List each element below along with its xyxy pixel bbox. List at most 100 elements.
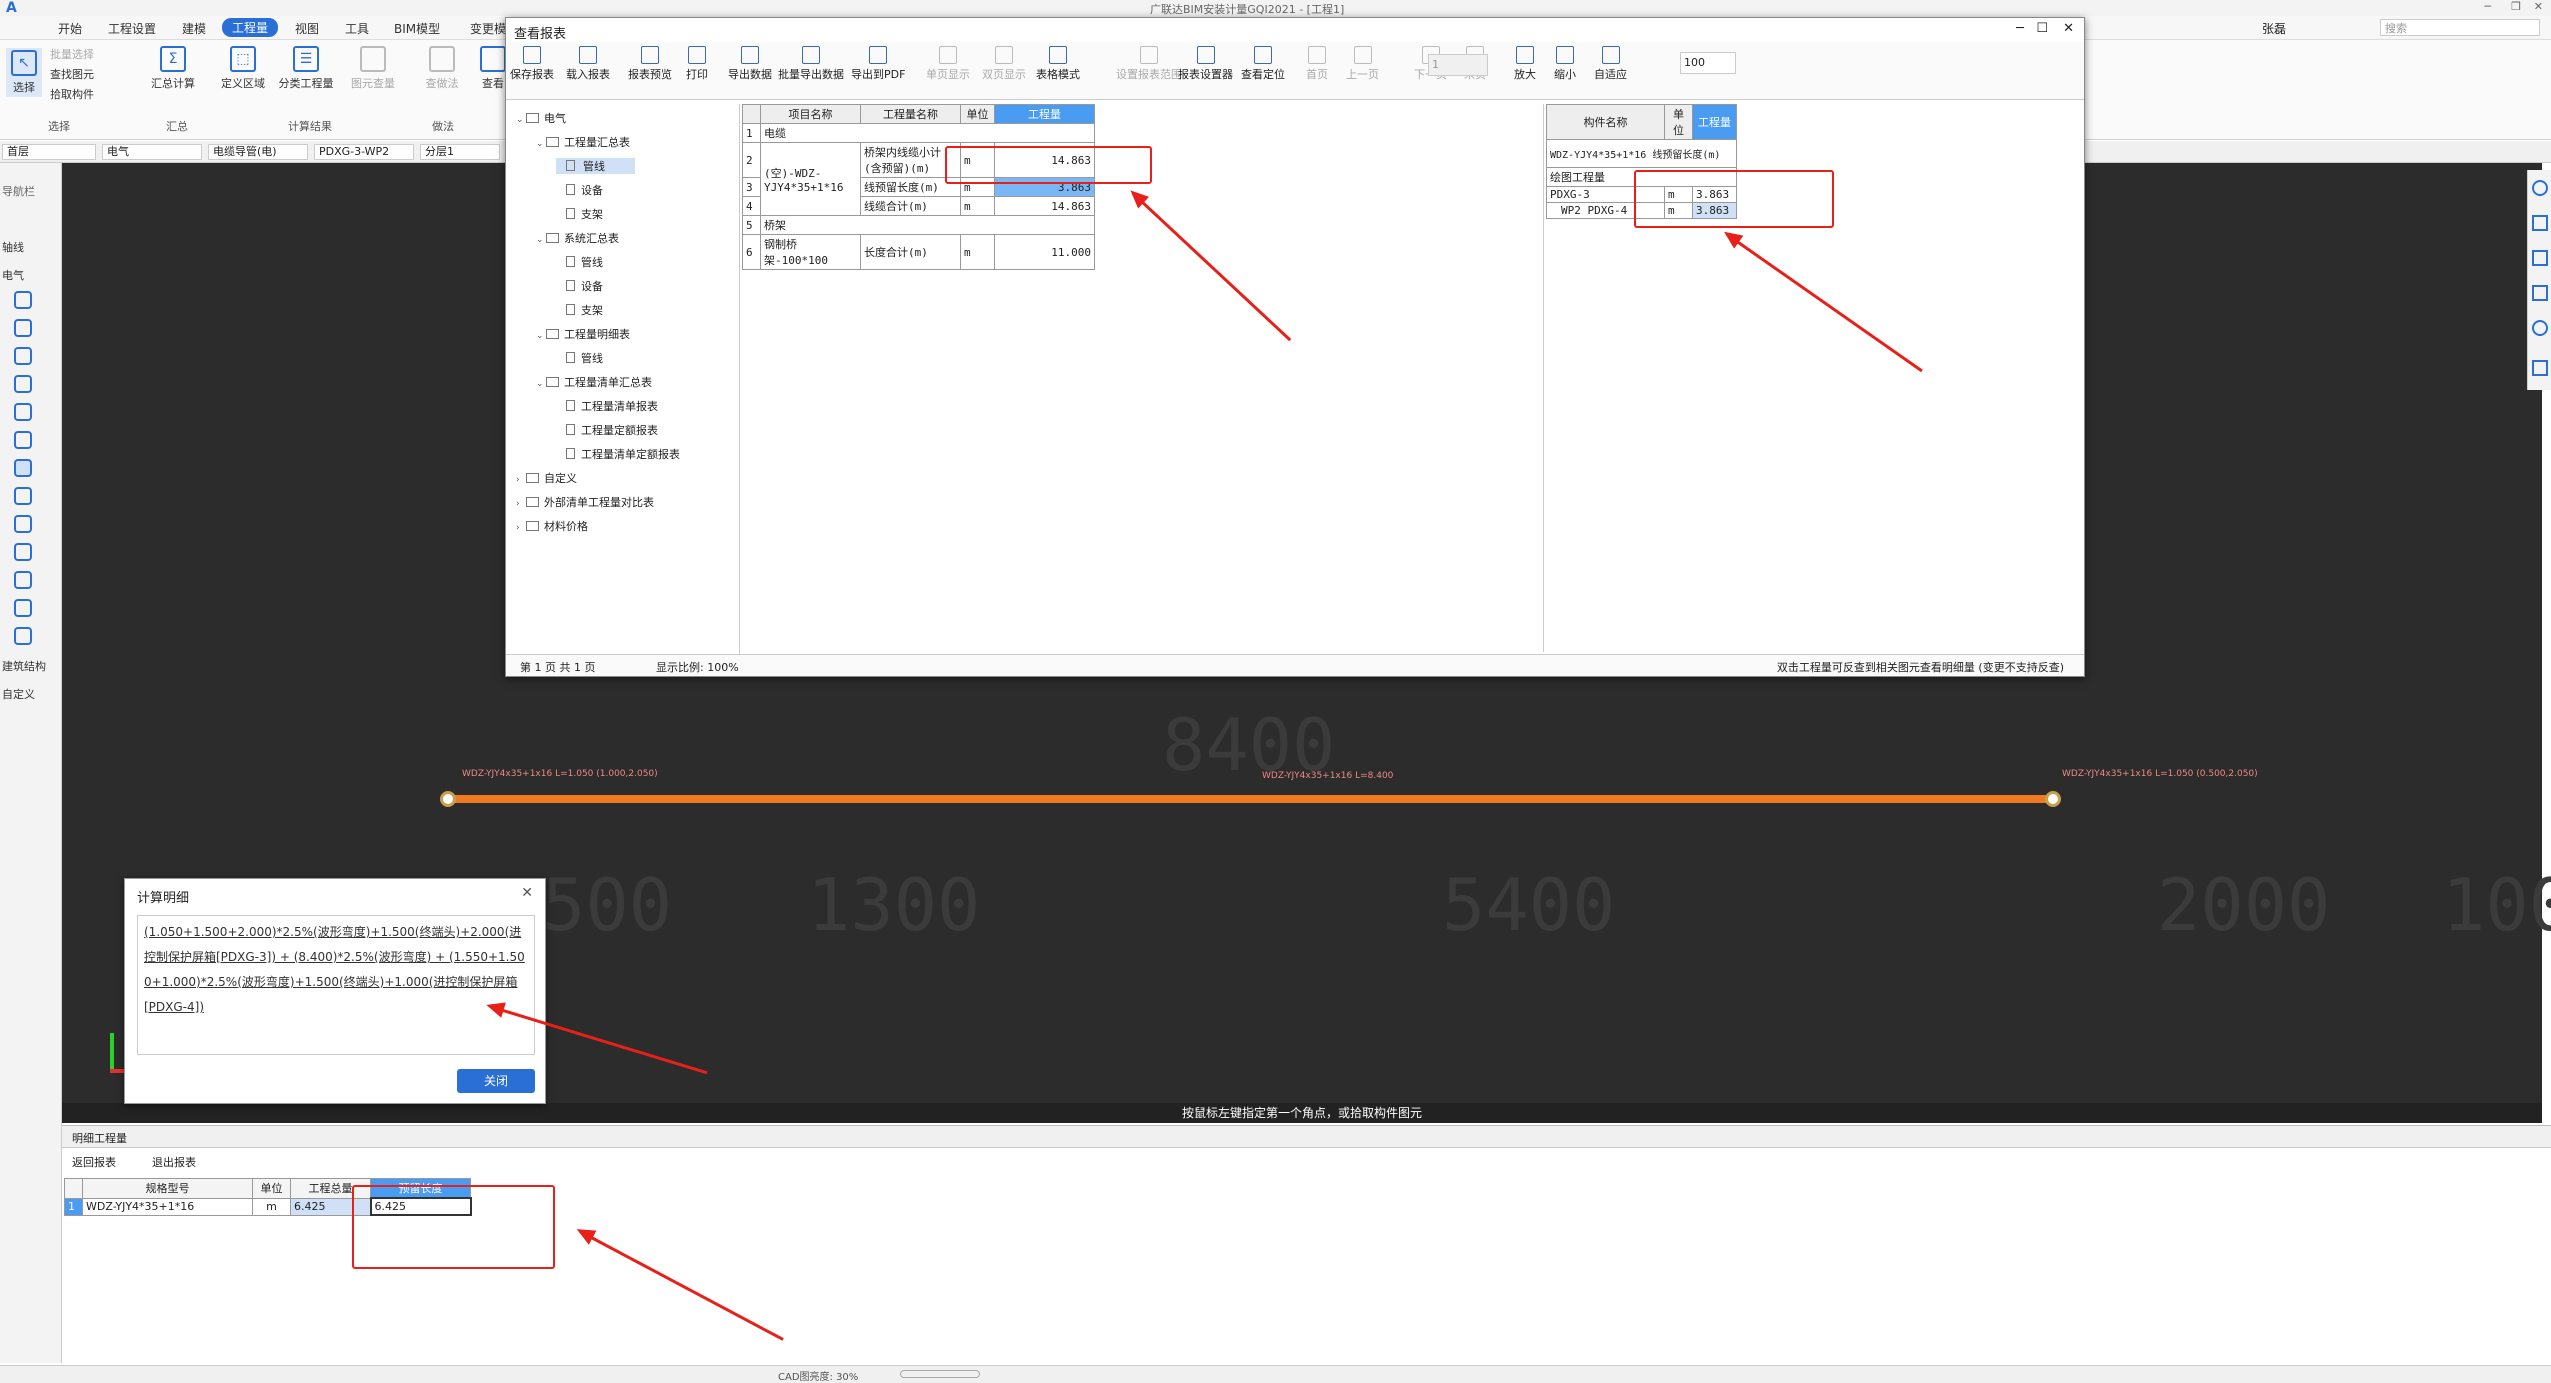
single-page-button[interactable]: 单页显示 bbox=[926, 46, 970, 82]
batch-export-button[interactable]: 批量导出数据 bbox=[778, 46, 844, 82]
zoom-in-button[interactable]: 放大 bbox=[1514, 46, 1536, 82]
summary-calc-button[interactable]: Σ 汇总计算 bbox=[148, 46, 198, 91]
menu-view[interactable]: 视图 bbox=[295, 20, 319, 37]
first-page-button[interactable]: 首页 bbox=[1306, 46, 1328, 82]
expand-toggle-icon[interactable]: ⌄ bbox=[536, 379, 546, 389]
tree-node[interactable]: 工程量定额报表 bbox=[556, 422, 658, 438]
nav-electrical[interactable]: 电气 bbox=[2, 267, 24, 283]
brightness-slider[interactable] bbox=[900, 1370, 980, 1378]
tree-node[interactable]: 管线 bbox=[556, 158, 635, 174]
print-button[interactable]: 打印 bbox=[686, 46, 708, 82]
tree-node[interactable]: 工程量清单定额报表 bbox=[556, 446, 680, 462]
load-report-button[interactable]: 载入报表 bbox=[566, 46, 610, 82]
layer-select[interactable]: 分层1 bbox=[420, 144, 500, 160]
cad-brightness[interactable]: CAD图亮度: 30% bbox=[778, 1368, 858, 1383]
quantity-cell[interactable]: 11.000 bbox=[994, 234, 1095, 270]
expand-toggle-icon[interactable]: › bbox=[516, 475, 526, 485]
conduit-icon[interactable] bbox=[14, 459, 32, 477]
expand-toggle-icon[interactable]: ⌄ bbox=[516, 115, 526, 125]
cube-icon[interactable] bbox=[2532, 250, 2548, 266]
export-data-button[interactable]: 导出数据 bbox=[728, 46, 772, 82]
close-icon[interactable]: ✕ bbox=[521, 885, 533, 901]
close-icon[interactable]: ✕ bbox=[2063, 21, 2074, 36]
component-select[interactable]: PDXG-3-WP2 bbox=[314, 144, 414, 160]
conduit-pipe[interactable] bbox=[445, 795, 2055, 803]
orbit-icon[interactable] bbox=[2532, 180, 2548, 196]
check-method-button[interactable]: 查做法 bbox=[420, 46, 464, 91]
tray-icon[interactable] bbox=[14, 487, 32, 505]
3d-icon[interactable] bbox=[2532, 215, 2548, 231]
tree-node[interactable]: › 自定义 bbox=[516, 470, 577, 486]
bracket-icon[interactable] bbox=[14, 571, 32, 589]
page-input[interactable]: 1 bbox=[1428, 54, 1488, 76]
close-button[interactable]: 关闭 bbox=[457, 1069, 535, 1093]
user-name[interactable]: 张磊 bbox=[2262, 20, 2286, 37]
tree-node[interactable]: › 材料价格 bbox=[516, 518, 588, 534]
view-report-button[interactable]: 查看 bbox=[478, 46, 508, 91]
tree-node[interactable]: 设备 bbox=[556, 182, 603, 198]
menu-tools[interactable]: 工具 bbox=[345, 20, 369, 37]
expand-toggle-icon[interactable]: ⌄ bbox=[536, 235, 546, 245]
exit-report-button[interactable]: 退出报表 bbox=[152, 1154, 196, 1170]
light-icon[interactable] bbox=[14, 291, 32, 309]
section-row[interactable]: 电缆 bbox=[760, 123, 1095, 143]
device-icon[interactable] bbox=[14, 375, 32, 393]
fit-button[interactable]: 自适应 bbox=[1594, 46, 1627, 82]
restore-icon[interactable]: ❐ bbox=[2511, 0, 2521, 13]
table-mode-button[interactable]: 表格模式 bbox=[1036, 46, 1080, 82]
nav-custom[interactable]: 自定义 bbox=[2, 686, 35, 702]
expand-toggle-icon[interactable]: ⌄ bbox=[536, 331, 546, 341]
grid-icon[interactable] bbox=[14, 599, 32, 617]
menu-quantity[interactable]: 工程量 bbox=[222, 18, 279, 37]
pipe-endpoint[interactable] bbox=[2045, 791, 2061, 807]
back-to-report-button[interactable]: 返回报表 bbox=[72, 1154, 116, 1170]
expand-toggle-icon[interactable]: › bbox=[516, 499, 526, 509]
tree-node[interactable]: ⌄ 系统汇总表 bbox=[536, 230, 619, 246]
zoom-select[interactable]: 100 bbox=[1680, 52, 1736, 74]
search-input[interactable]: 搜索 bbox=[2380, 19, 2540, 36]
tree-node[interactable]: 支架 bbox=[556, 206, 603, 222]
nav-structure[interactable]: 建筑结构 bbox=[2, 658, 46, 674]
report-settings-button[interactable]: 报表设置器 bbox=[1178, 46, 1233, 82]
expand-toggle-icon[interactable]: › bbox=[516, 523, 526, 533]
define-region-button[interactable]: ⬚ 定义区域 bbox=[215, 46, 271, 91]
type-select[interactable]: 电缆导管(电) bbox=[208, 144, 308, 160]
find-element-button[interactable]: 查找图元 bbox=[50, 66, 94, 82]
tree-node[interactable]: ⌄ 工程量汇总表 bbox=[536, 134, 630, 150]
support-icon[interactable] bbox=[14, 627, 32, 645]
cable-icon[interactable] bbox=[14, 431, 32, 449]
element-query-button[interactable]: 图元查量 bbox=[345, 46, 401, 91]
minimize-icon[interactable]: ─ bbox=[2484, 0, 2491, 13]
box-icon[interactable] bbox=[14, 403, 32, 421]
menu-change[interactable]: 变更模 bbox=[470, 20, 506, 37]
expand-toggle-icon[interactable]: ⌄ bbox=[536, 139, 546, 149]
nav-axis[interactable]: 轴线 bbox=[2, 239, 24, 255]
prev-page-button[interactable]: 上一页 bbox=[1346, 46, 1379, 82]
tree-node[interactable]: ⌄ 工程量明细表 bbox=[536, 326, 630, 342]
classify-quantity-button[interactable]: ☰ 分类工程量 bbox=[275, 46, 337, 91]
close-icon[interactable]: ✕ bbox=[2534, 0, 2543, 13]
set-range-button[interactable]: 设置报表范围 bbox=[1116, 46, 1182, 82]
menu-modeling[interactable]: 建模 bbox=[182, 20, 206, 37]
fitting-icon[interactable] bbox=[14, 543, 32, 561]
settings-icon[interactable] bbox=[2532, 360, 2548, 376]
export-pdf-button[interactable]: 导出到PDF bbox=[851, 46, 905, 82]
pick-component-button[interactable]: 拾取构件 bbox=[50, 86, 94, 102]
tree-node[interactable]: 管线 bbox=[556, 254, 603, 270]
tree-node[interactable]: 工程量清单报表 bbox=[556, 398, 658, 414]
rotate-icon[interactable] bbox=[2532, 320, 2548, 336]
tree-node[interactable]: 设备 bbox=[556, 278, 603, 294]
select-button[interactable]: ↖ 选择 bbox=[6, 48, 42, 97]
wire-icon[interactable] bbox=[14, 515, 32, 533]
minimize-icon[interactable]: ─ bbox=[2016, 21, 2024, 36]
section-row[interactable]: 桥架 bbox=[760, 215, 1095, 235]
pipe-endpoint[interactable] bbox=[440, 791, 456, 807]
floor-select[interactable]: 首层 bbox=[2, 144, 96, 160]
batch-select-button[interactable]: 批量选择 bbox=[50, 46, 94, 62]
menu-project-settings[interactable]: 工程设置 bbox=[108, 20, 156, 37]
tree-node[interactable]: 支架 bbox=[556, 302, 603, 318]
menu-start[interactable]: 开始 bbox=[58, 20, 82, 37]
discipline-select[interactable]: 电气 bbox=[102, 144, 202, 160]
section-icon[interactable] bbox=[2532, 285, 2548, 301]
splitter[interactable] bbox=[1543, 104, 1544, 652]
